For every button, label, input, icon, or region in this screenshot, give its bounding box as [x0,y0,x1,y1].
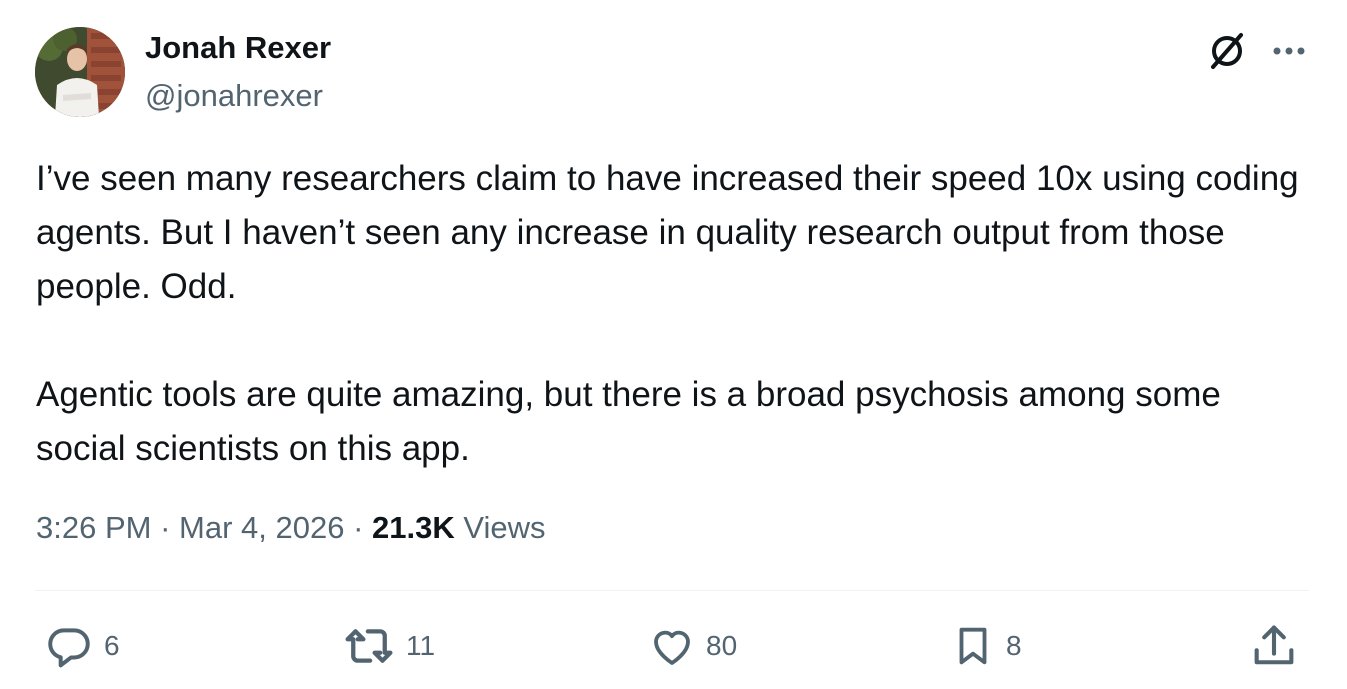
bookmark-button[interactable]: 8 [950,614,1022,678]
tweet-card: Jonah Rexer @jonahrexer I’ve seen many r… [0,0,1347,689]
author-name[interactable]: Jonah Rexer [145,30,331,66]
tweet-date[interactable]: Mar 4, 2026 [179,510,344,545]
bookmark-count: 8 [1006,630,1022,661]
like-count: 80 [706,630,738,661]
grok-button[interactable] [1200,24,1254,78]
retweet-button[interactable]: 11 [342,614,435,678]
reply-count: 6 [104,630,120,661]
tweet-paragraph: Agentic tools are quite amazing, but the… [36,375,1221,468]
action-bar: 6 11 80 8 [0,614,1347,678]
tweet-paragraph: I’ve seen many researchers claim to have… [36,159,1299,306]
share-button[interactable] [1248,614,1300,678]
tweet-time[interactable]: 3:26 PM [36,510,151,545]
meta-separator: · [160,510,171,545]
tweet-text: I’ve seen many researchers claim to have… [36,152,1306,476]
like-icon [654,630,690,665]
bookmark-icon [959,627,987,665]
tweet-meta: 3:26 PM · Mar 4, 2026 · 21.3K Views [36,510,546,546]
reply-icon [48,628,90,668]
avatar-photo [35,27,125,117]
more-options-button[interactable] [1262,24,1316,78]
views-label: Views [463,510,546,545]
author-handle[interactable]: @jonahrexer [145,78,323,114]
more-options-icon [1273,47,1305,55]
retweet-count: 11 [406,630,436,661]
share-icon [1254,625,1294,665]
meta-separator: · [353,510,364,545]
avatar[interactable] [35,27,125,117]
divider [35,590,1309,591]
grok-icon [1211,33,1243,69]
like-button[interactable]: 80 [648,614,737,678]
reply-button[interactable]: 6 [44,614,120,678]
retweet-icon [345,629,393,663]
views-count[interactable]: 21.3K [372,510,455,545]
